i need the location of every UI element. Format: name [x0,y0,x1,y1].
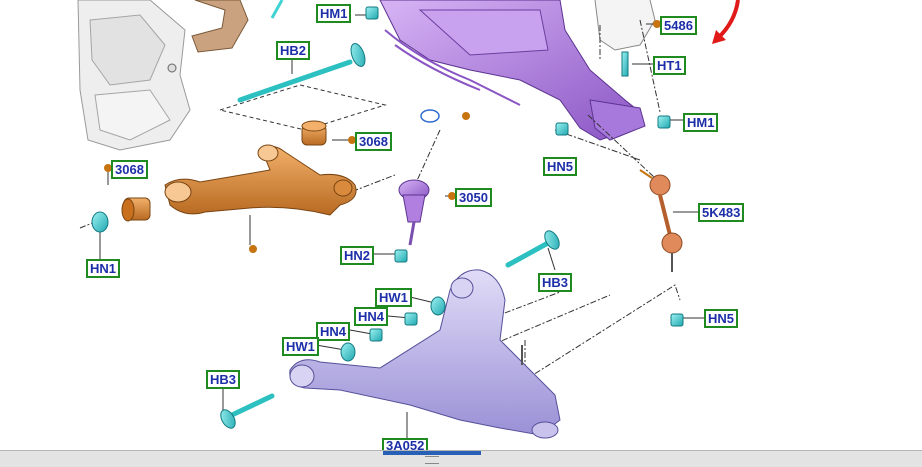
callout-3050[interactable]: 3050 [455,188,492,207]
callout-5486[interactable]: 5486 [660,16,697,35]
callout-3068-center[interactable]: 3068 [355,132,392,151]
bolt-hb3-left [220,393,275,429]
rotation-arrow [716,0,740,40]
callout-hb3-left[interactable]: HB3 [206,370,241,389]
tie-rod-end-5k483 [639,169,683,272]
callout-hw1-top[interactable]: HW1 [375,288,412,307]
callout-hn4-bottom[interactable]: HN4 [316,322,351,341]
reference-marker [462,112,470,120]
callout-hn5-bottom[interactable]: HN5 [704,309,739,328]
callout-hn5-top[interactable]: HN5 [543,157,578,176]
reference-marker [249,245,257,253]
upper-control-arm [164,144,357,216]
lower-control-arm [289,269,561,439]
suspension-exploded-diagram [77,0,740,440]
callout-ht1[interactable]: HT1 [653,56,686,75]
ball-joint-3050 [398,179,430,246]
callout-hm1-top[interactable]: HM1 [316,4,352,23]
callout-hb3-right[interactable]: HB3 [538,273,573,292]
clip-ring [420,109,440,123]
subframe-structure [77,0,284,151]
callout-hn1[interactable]: HN1 [86,259,121,278]
scrollbar-thumb[interactable] [383,451,481,455]
callout-hw1-bottom[interactable]: HW1 [282,337,319,356]
horizontal-scrollbar[interactable] [0,450,922,467]
scrollbar-grip-icon [425,456,439,464]
callout-hm1-right[interactable]: HM1 [683,113,719,132]
callout-3068-left[interactable]: 3068 [111,160,148,179]
callout-5k483[interactable]: 5K483 [698,203,745,222]
bushing-3068-left [121,197,151,222]
callout-hn2[interactable]: HN2 [340,246,375,265]
bushing-3068-center [301,120,327,146]
callout-hb2[interactable]: HB2 [276,41,311,60]
bolt-hb3-right [505,230,560,268]
callout-hn4-top[interactable]: HN4 [354,307,389,326]
